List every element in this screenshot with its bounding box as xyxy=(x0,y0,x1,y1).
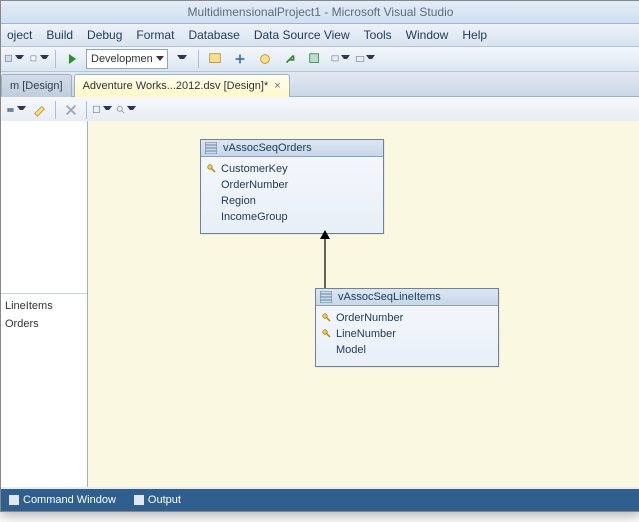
entity-lineitems-name: vAssocSeqLineItems xyxy=(338,291,441,303)
entity-lineitems-header[interactable]: vAssocSeqLineItems xyxy=(316,289,498,306)
side-panel: LineItems Orders xyxy=(1,121,88,487)
col-label: OrderNumber xyxy=(221,179,288,191)
designer-toolbar xyxy=(1,97,639,124)
menu-help[interactable]: Help xyxy=(462,28,487,42)
menu-format[interactable]: Format xyxy=(136,28,174,42)
tab-active[interactable]: Adventure Works...2012.dsv [Design]* × xyxy=(74,74,290,97)
des-sep xyxy=(55,101,56,119)
menu-dsv[interactable]: Data Source View xyxy=(254,28,350,42)
status-command-window[interactable]: Command Window xyxy=(3,494,122,506)
table-icon xyxy=(205,142,217,154)
tab-inactive[interactable]: m [Design] xyxy=(1,74,72,97)
status-a-label: Command Window xyxy=(23,494,116,506)
col-row[interactable]: Model xyxy=(322,342,492,358)
menu-project[interactable]: oject xyxy=(7,28,32,42)
toolbar-btn-5[interactable] xyxy=(304,48,326,70)
side-item-1[interactable]: LineItems xyxy=(1,294,87,318)
toolbar-sep xyxy=(55,50,56,68)
des-btn-1[interactable] xyxy=(5,99,27,121)
work-area: LineItems Orders vAssocSeqOrders Custome… xyxy=(1,121,639,487)
menu-tools[interactable]: Tools xyxy=(364,28,392,42)
entity-orders-header[interactable]: vAssocSeqOrders xyxy=(201,140,383,157)
vs-window: MultidimensionalProject1 - Microsoft Vis… xyxy=(0,0,639,512)
side-split: LineItems Orders xyxy=(1,293,87,487)
table-icon xyxy=(320,291,332,303)
col-label: Region xyxy=(221,195,256,207)
toolbar-btn-a[interactable] xyxy=(3,48,25,70)
menu-debug[interactable]: Debug xyxy=(87,28,122,42)
status-b-label: Output xyxy=(148,494,181,506)
col-row[interactable]: OrderNumber xyxy=(322,310,492,326)
des-btn-4[interactable] xyxy=(91,99,113,121)
col-row[interactable]: Region xyxy=(207,193,377,209)
entity-lineitems-body: OrderNumber LineNumber Model xyxy=(316,306,498,366)
close-icon[interactable]: × xyxy=(274,80,280,92)
zoom-button[interactable] xyxy=(115,99,137,121)
config-label: Developmen xyxy=(91,53,153,65)
des-sep-2 xyxy=(86,101,87,119)
tab-active-label: Adventure Works...2012.dsv [Design]* xyxy=(83,80,269,92)
window-title: MultidimensionalProject1 - Microsoft Vis… xyxy=(188,5,454,19)
entity-orders-name: vAssocSeqOrders xyxy=(223,142,312,154)
key-icon xyxy=(207,164,217,174)
config-combo[interactable]: Developmen xyxy=(86,49,168,69)
tab-inactive-label: m [Design] xyxy=(10,80,63,92)
key-icon xyxy=(322,313,332,323)
status-bar: Command Window Output xyxy=(1,489,639,511)
col-label: CustomerKey xyxy=(221,163,288,175)
status-output[interactable]: Output xyxy=(128,494,187,506)
toolbar-btn-1[interactable] xyxy=(204,48,226,70)
menu-database[interactable]: Database xyxy=(188,28,239,42)
run-button[interactable] xyxy=(61,48,83,70)
menu-build[interactable]: Build xyxy=(46,28,73,42)
col-row[interactable]: IncomeGroup xyxy=(207,209,377,225)
toolbar-btn-b[interactable] xyxy=(28,48,50,70)
key-icon xyxy=(322,329,332,339)
toolbar-btn-2[interactable] xyxy=(229,48,251,70)
main-toolbar: Developmen xyxy=(1,47,639,72)
panel-icon xyxy=(134,495,144,505)
col-row[interactable]: CustomerKey xyxy=(207,161,377,177)
toolbar-btn-3[interactable] xyxy=(254,48,276,70)
col-label: LineNumber xyxy=(336,328,396,340)
toolbar-btn-6[interactable] xyxy=(329,48,351,70)
doc-tab-row: m [Design] Adventure Works...2012.dsv [D… xyxy=(1,72,639,97)
dsv-canvas[interactable]: vAssocSeqOrders CustomerKey OrderNumber … xyxy=(88,121,639,487)
panel-icon xyxy=(9,495,19,505)
entity-orders-body: CustomerKey OrderNumber Region IncomeGro… xyxy=(201,157,383,233)
des-btn-2[interactable] xyxy=(29,99,51,121)
col-label: Model xyxy=(336,344,366,356)
toolbar-sep-2 xyxy=(198,50,199,68)
play-icon xyxy=(69,54,76,64)
delete-button[interactable] xyxy=(60,99,82,121)
col-row[interactable]: OrderNumber xyxy=(207,177,377,193)
menu-bar: oject Build Debug Format Database Data S… xyxy=(1,24,639,47)
side-top xyxy=(1,121,87,293)
side-item-2[interactable]: Orders xyxy=(1,318,87,336)
entity-lineitems[interactable]: vAssocSeqLineItems OrderNumber LineNumbe… xyxy=(315,288,499,367)
col-label: IncomeGroup xyxy=(221,211,288,223)
entity-orders[interactable]: vAssocSeqOrders CustomerKey OrderNumber … xyxy=(200,139,384,234)
toolbar-btn-7[interactable] xyxy=(354,48,376,70)
col-row[interactable]: LineNumber xyxy=(322,326,492,342)
title-bar: MultidimensionalProject1 - Microsoft Vis… xyxy=(1,1,639,24)
config-drop[interactable] xyxy=(171,48,193,70)
menu-window[interactable]: Window xyxy=(406,28,449,42)
toolbar-btn-4[interactable] xyxy=(279,48,301,70)
col-label: OrderNumber xyxy=(336,312,403,324)
